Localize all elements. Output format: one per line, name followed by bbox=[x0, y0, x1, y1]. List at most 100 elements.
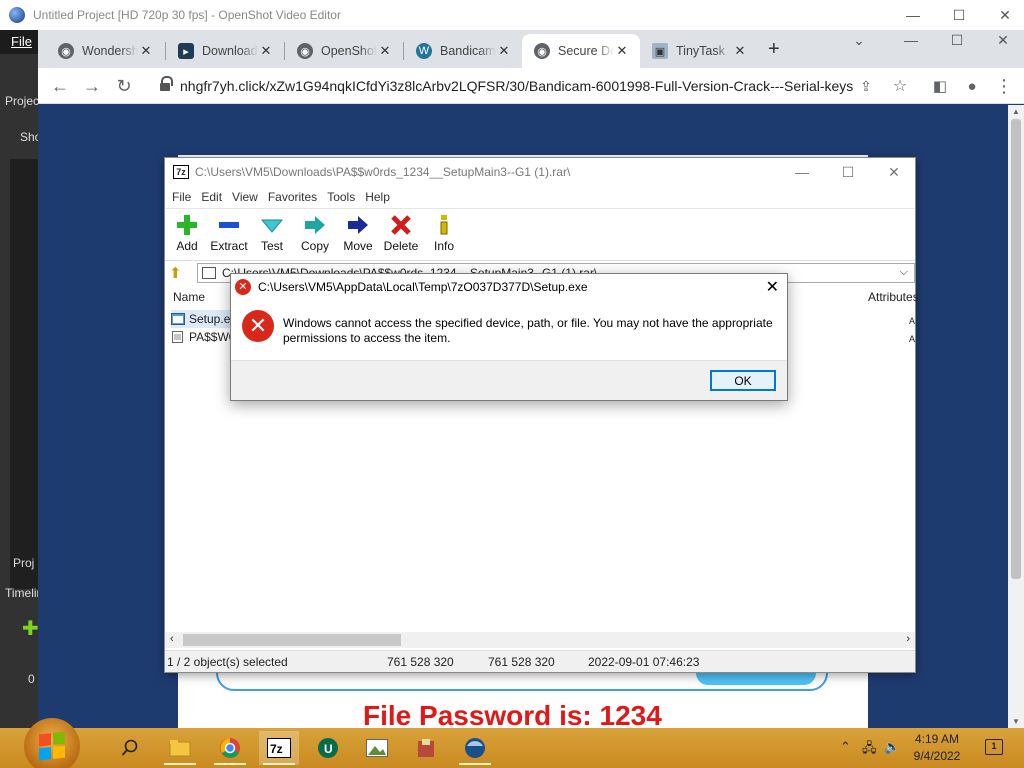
tab-bandicam[interactable]: W Bandicam ✕ bbox=[404, 34, 522, 68]
ultraviewer-icon[interactable]: U bbox=[308, 731, 348, 765]
photos-icon[interactable] bbox=[357, 731, 397, 765]
tab-label: Download bbox=[202, 44, 258, 58]
page-scrollbar[interactable]: ▲ ▼ bbox=[1008, 105, 1024, 728]
globe-icon: ◉ bbox=[534, 43, 550, 59]
file-explorer-icon[interactable] bbox=[160, 731, 200, 765]
sevenzip-close-button[interactable]: ✕ bbox=[871, 158, 917, 186]
ok-button[interactable]: OK bbox=[710, 370, 776, 391]
dialog-message: Windows cannot access the specified devi… bbox=[283, 316, 773, 345]
menu-edit[interactable]: Edit bbox=[201, 190, 222, 204]
openshot-left-panel: Project Sho Proj Timeline ✚ 0 bbox=[0, 54, 39, 728]
delete-button[interactable]: Delete bbox=[379, 213, 423, 259]
chrome-menu-icon[interactable]: ⋮ bbox=[992, 74, 1016, 98]
openshot-minimize-button[interactable]: — bbox=[890, 0, 936, 30]
chrome-close-button[interactable]: ✕ bbox=[980, 30, 1024, 50]
dialog-titlebar: ✕ C:\Users\VM5\AppData\Local\Temp\7zO037… bbox=[231, 274, 787, 300]
chrome-taskbar-icon[interactable] bbox=[210, 731, 250, 765]
menu-view[interactable]: View bbox=[232, 190, 258, 204]
scroll-thumb[interactable] bbox=[183, 634, 401, 646]
chrome-maximize-button[interactable]: ☐ bbox=[934, 30, 980, 50]
volume-icon[interactable]: 🔈 bbox=[884, 739, 900, 755]
bookmark-star-icon[interactable]: ☆ bbox=[888, 74, 912, 98]
sevenzip-app-icon: 7z bbox=[173, 165, 189, 179]
dialog-close-button[interactable]: ✕ bbox=[766, 277, 779, 297]
add-track-icon[interactable]: ✚ bbox=[22, 616, 39, 641]
column-header-name[interactable]: Name bbox=[173, 290, 205, 304]
sevenzip-maximize-button[interactable]: ☐ bbox=[825, 158, 871, 186]
network-icon[interactable]: 🖧 bbox=[862, 739, 877, 761]
scroll-right-icon[interactable]: › bbox=[906, 633, 910, 645]
tinytask-icon: ▣ bbox=[652, 43, 668, 59]
sevenzip-horizontal-scrollbar[interactable]: ‹ › bbox=[165, 632, 915, 648]
reload-icon[interactable]: ↻ bbox=[112, 74, 136, 98]
sevenzip-toolbar: Add Extract Test Copy Move Delete Info bbox=[165, 208, 915, 260]
tab-close-icon[interactable]: ✕ bbox=[614, 43, 630, 59]
search-icon[interactable] bbox=[110, 731, 150, 765]
openshot-show-label: Sho bbox=[20, 130, 38, 144]
text-file-icon bbox=[172, 331, 183, 343]
windows-logo-icon bbox=[39, 731, 65, 761]
taskbar-clock[interactable]: 4:19 AM 9/4/2022 bbox=[902, 731, 972, 765]
error-small-icon: ✕ bbox=[235, 279, 251, 295]
test-button[interactable]: Test bbox=[250, 213, 294, 259]
tab-close-icon[interactable]: ✕ bbox=[138, 43, 154, 59]
menu-tools[interactable]: Tools bbox=[327, 190, 355, 204]
profile-avatar-icon[interactable]: ● bbox=[960, 74, 984, 98]
lock-icon[interactable] bbox=[160, 76, 173, 92]
move-button[interactable]: Move bbox=[336, 213, 380, 259]
error-icon: ✕ bbox=[242, 310, 274, 342]
openshot-close-button[interactable]: ✕ bbox=[982, 0, 1024, 30]
info-icon bbox=[422, 213, 466, 237]
info-button[interactable]: Info bbox=[422, 213, 466, 259]
new-tab-button[interactable]: + bbox=[768, 38, 780, 61]
chrome-minimize-button[interactable]: — bbox=[888, 30, 934, 50]
chevron-down-icon[interactable]: ⌵ bbox=[900, 266, 908, 279]
notification-center-icon[interactable]: 1 bbox=[985, 739, 1003, 755]
tab-close-icon[interactable]: ✕ bbox=[377, 43, 393, 59]
move-arrow-icon bbox=[336, 213, 380, 237]
menu-file[interactable]: File bbox=[172, 190, 191, 204]
column-header-attributes[interactable]: Attributes bbox=[868, 290, 919, 304]
page-scrollbar-thumb[interactable] bbox=[1011, 119, 1021, 579]
chrome-tabsearch-icon[interactable]: ⌄ bbox=[836, 30, 882, 50]
address-bar[interactable]: nhgfr7yh.click/xZw1G94nqkICfdYi3z8lcArbv… bbox=[148, 72, 958, 100]
extract-button[interactable]: Extract bbox=[207, 213, 251, 259]
tab-close-icon[interactable]: ✕ bbox=[258, 43, 274, 59]
openshot-menu-file[interactable]: File bbox=[11, 34, 32, 49]
openshot-maximize-button[interactable]: ☐ bbox=[936, 0, 982, 30]
status-modified: 2022-09-01 07:46:23 bbox=[588, 655, 700, 669]
menu-favorites[interactable]: Favorites bbox=[268, 190, 317, 204]
sevenzip-minimize-button[interactable]: — bbox=[779, 158, 825, 186]
openshot-timeline-label: Timeline bbox=[5, 586, 38, 600]
sidepanel-icon[interactable]: ◧ bbox=[928, 74, 952, 98]
tab-openshot[interactable]: ◉ OpenShot ✕ bbox=[285, 34, 403, 68]
status-selected: 1 / 2 object(s) selected bbox=[167, 655, 288, 669]
forward-arrow-icon[interactable]: → bbox=[80, 74, 104, 98]
add-button[interactable]: Add bbox=[165, 213, 209, 259]
scroll-left-icon[interactable]: ‹ bbox=[170, 633, 174, 645]
test-label: Test bbox=[260, 239, 283, 253]
folder-up-icon[interactable]: ⬆ bbox=[169, 264, 189, 282]
tab-wondershare[interactable]: ◉ Wondershare ✕ bbox=[46, 34, 164, 68]
exe-file-icon bbox=[171, 313, 185, 325]
copy-button[interactable]: Copy bbox=[293, 213, 337, 259]
openshot-taskbar-icon[interactable] bbox=[455, 731, 495, 765]
tab-tinytask[interactable]: ▣ TinyTask ✕ bbox=[640, 34, 758, 68]
tab-label: OpenShot bbox=[321, 44, 377, 58]
start-button[interactable] bbox=[24, 718, 80, 768]
openshot-proj-tab[interactable]: Proj bbox=[13, 556, 38, 570]
share-icon[interactable]: ⇪ bbox=[854, 74, 878, 98]
tab-close-icon[interactable]: ✕ bbox=[496, 43, 512, 59]
back-arrow-icon[interactable]: ← bbox=[48, 74, 72, 98]
sevenzip-taskbar-icon[interactable]: 7z bbox=[259, 731, 299, 765]
archive-app-icon[interactable] bbox=[406, 731, 446, 765]
svg-text:U: U bbox=[324, 742, 333, 756]
menu-help[interactable]: Help bbox=[365, 190, 390, 204]
openshot-project-label: Project bbox=[5, 94, 38, 108]
notification-count: 1 bbox=[991, 741, 997, 751]
tab-download[interactable]: ▸ Download ✕ bbox=[166, 34, 284, 68]
tab-close-icon[interactable]: ✕ bbox=[732, 43, 748, 59]
dialog-title: C:\Users\VM5\AppData\Local\Temp\7zO037D3… bbox=[258, 280, 588, 294]
tab-secure-download[interactable]: ◉ Secure Download ✕ bbox=[522, 34, 640, 68]
tray-chevron-up-icon[interactable]: ⌃ bbox=[840, 739, 851, 755]
